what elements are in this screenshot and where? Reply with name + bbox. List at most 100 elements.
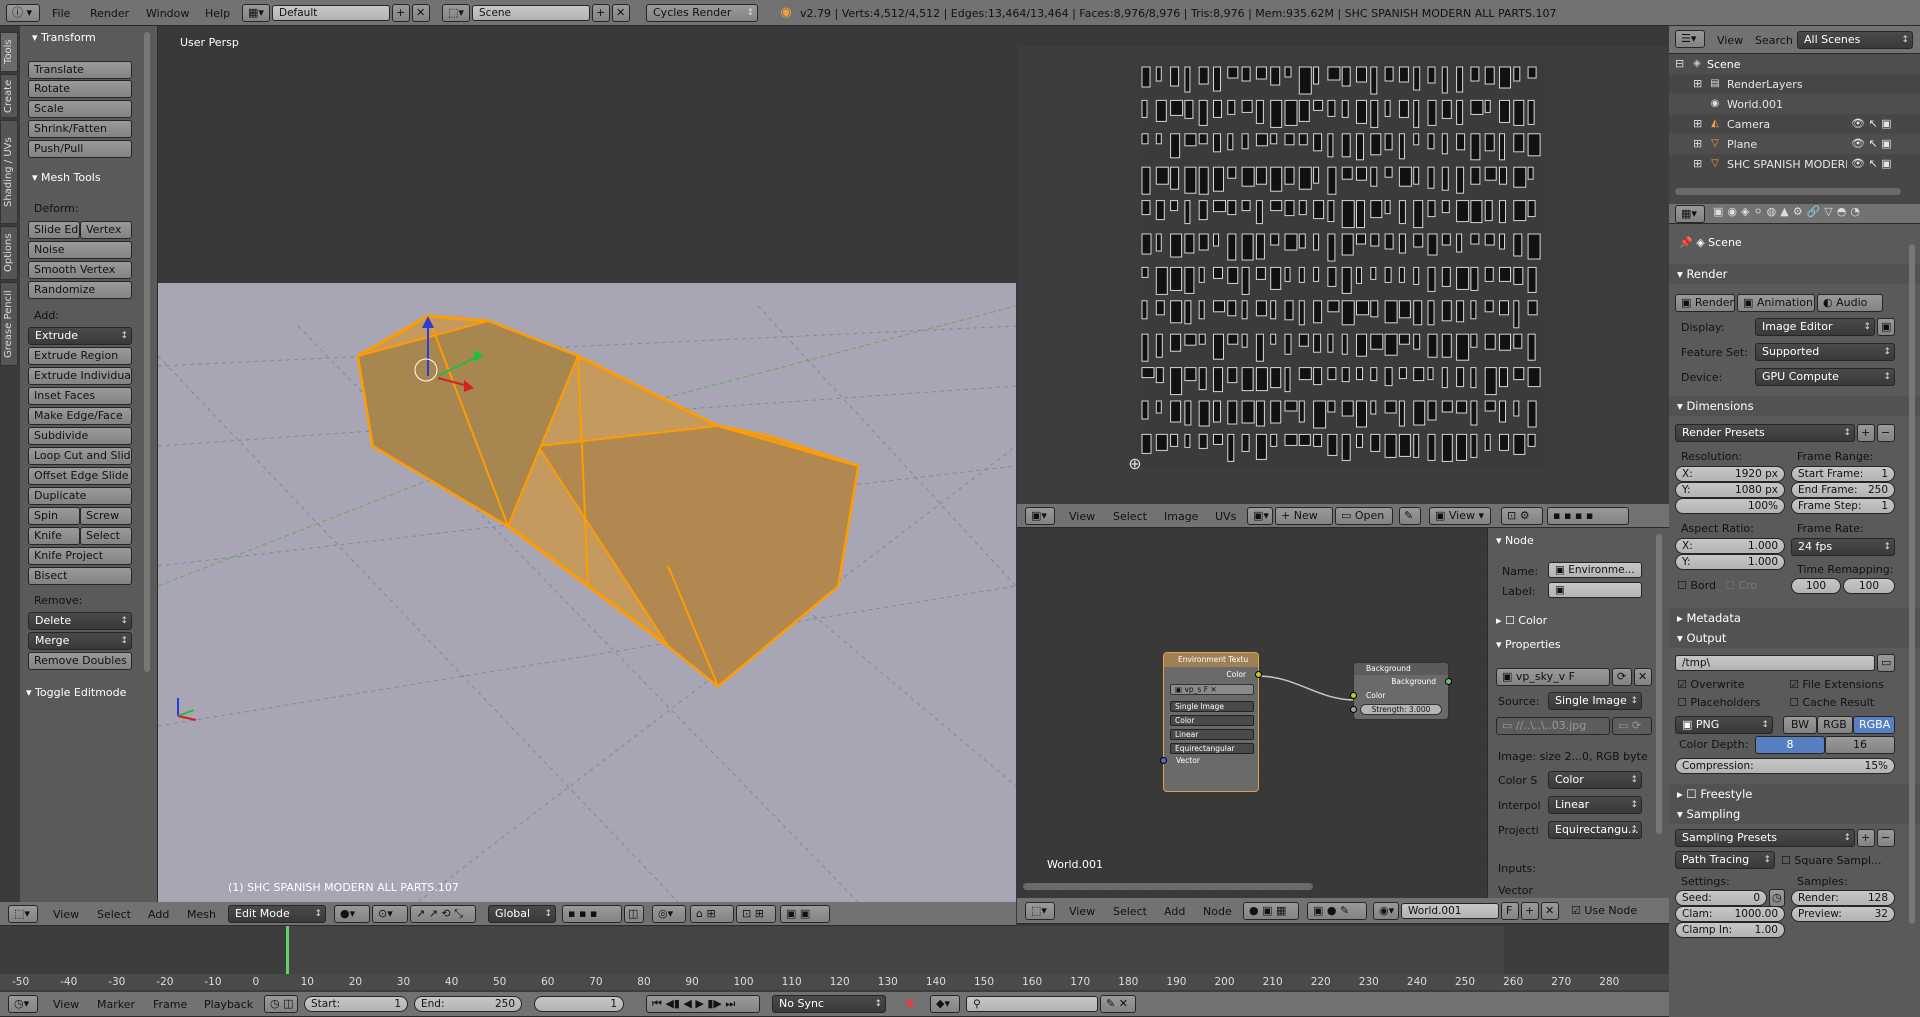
editor-type-3d[interactable]: ⬚▾ [8,905,38,923]
delete-dropdown[interactable]: Delete [28,612,132,630]
tab-options[interactable]: Options [0,226,18,280]
resolution-x-field[interactable]: X: 1920 px [1675,466,1785,482]
translate-button[interactable]: Translate [28,61,132,79]
node-label-field[interactable]: ▣ [1548,582,1642,598]
extrude-region-button[interactable]: Extrude Region [28,347,132,365]
smooth-vertex-button[interactable]: Smooth Vertex [28,261,132,279]
sampling-presets-remove[interactable]: − [1877,829,1895,847]
env-node-opt-proj[interactable]: Equirectangular [1170,743,1254,754]
randomize-button[interactable]: Randomize [28,281,132,299]
file-format-dropdown[interactable]: ▣ PNG [1675,716,1773,734]
inset-faces-button[interactable]: Inset Faces [28,387,132,405]
freestyle-panel-header[interactable]: ▸ ☐ Freestyle [1669,784,1920,804]
menu-mesh-3d[interactable]: Mesh [187,908,216,921]
extrude-individual-button[interactable]: Extrude Individual [28,367,132,385]
playback-controls[interactable]: ⏮ ◀▮ ◀ ▶ ▮▶ ⏭ [646,995,760,1013]
open-image-button[interactable]: ▭ Open [1335,507,1393,525]
visibility-icons[interactable]: 👁 ↖ ▣ [1851,117,1892,130]
menu-image-image[interactable]: Image [1164,510,1198,523]
current-frame-marker[interactable] [286,926,289,978]
dimensions-panel-header[interactable]: ▾ Dimensions [1669,396,1920,416]
remap-new-field[interactable]: 100 [1843,578,1895,594]
shader-type-buttons[interactable]: ● ▣ ▦ [1243,902,1299,920]
scene-field[interactable]: Scene [472,5,590,21]
render-samples-field[interactable]: Render: 128 [1791,890,1895,906]
outliner-row-renderlayers[interactable]: ⊞ ▤ RenderLayers [1669,74,1920,94]
menu-add-3d[interactable]: Add [148,908,169,921]
menu-file[interactable]: File [52,7,70,20]
metadata-panel-header[interactable]: ▸ Metadata [1669,608,1920,628]
bisect-button[interactable]: Bisect [28,567,132,585]
start-frame-field-timeline[interactable]: Start: 1 [304,996,408,1012]
aspect-x-field[interactable]: X: 1.000 [1675,538,1785,554]
rotate-button[interactable]: Rotate [28,80,132,98]
bg-strength-socket[interactable] [1350,706,1357,713]
toggle-editmode-header[interactable]: ▾ Toggle Editmode [26,686,126,699]
menu-frame-timeline[interactable]: Frame [153,998,187,1011]
proportional-edit-dropdown[interactable]: ◎▾ [652,905,686,923]
menu-select-image[interactable]: Select [1113,510,1147,523]
render-button[interactable]: ▣ Render [1675,294,1735,312]
bg-color-socket[interactable] [1350,692,1357,699]
duplicate-button[interactable]: Duplicate [28,487,132,505]
env-node-opt-source[interactable]: Single Image [1170,701,1254,712]
integrator-dropdown[interactable]: Path Tracing [1675,851,1775,869]
color-depth-16[interactable]: 16 [1825,736,1895,754]
world-unlink-button[interactable]: ✕ [1541,902,1559,920]
node-image-field[interactable]: ▣ vp_sky_v F [1496,668,1610,686]
menu-select-node[interactable]: Select [1113,905,1147,918]
subdivide-button[interactable]: Subdivide [28,427,132,445]
clamp-indirect-field[interactable]: Clamp In: 1.00 [1675,922,1785,938]
image-browse-button[interactable]: ▣▾ [1247,507,1273,525]
display-channels[interactable]: ▪ ▪ ▪ ▪ [1547,507,1629,525]
resolution-percent-field[interactable]: 100% [1675,498,1785,514]
mesh-tools-header[interactable]: ▾ Mesh Tools [32,171,101,184]
record-icon[interactable]: ● [902,996,918,1012]
node-properties-header[interactable]: ▾ Properties [1496,638,1561,651]
layout-field[interactable]: Default [272,5,390,21]
tab-tools[interactable]: Tools [0,32,18,72]
scene-close-button[interactable]: ✕ [612,4,630,22]
insert-keyframe-button[interactable]: ✎ ✕ [1100,995,1136,1013]
view-mode-dropdown[interactable]: ▣ View ▾ [1429,507,1491,525]
menu-search-outliner[interactable]: Search [1755,34,1793,47]
bg-node-strength[interactable]: Strength: 3.000 [1360,704,1442,715]
resolution-y-field[interactable]: Y: 1080 px [1675,482,1785,498]
display-toggle[interactable]: ▣ [1877,318,1895,336]
noise-button[interactable]: Noise [28,241,132,259]
render-buttons[interactable]: ▣ ▣ [780,905,830,923]
cache-result-checkbox[interactable]: ☐ Cache Result [1789,696,1874,709]
remap-old-field[interactable]: 100 [1791,578,1841,594]
render-panel-header[interactable]: ▾ Render [1669,264,1920,284]
preview-range-toggle[interactable]: ◷ ◫ [264,995,298,1013]
node-h-scrollbar[interactable] [1023,883,1313,890]
info-editor-type[interactable]: ⓘ ▾ [6,4,40,22]
color-depth-8[interactable]: 8 [1755,736,1825,754]
viewport-3d[interactable]: User Persp (1) SHC SPANISH MODERN ALL PA… [158,26,1016,902]
snap-target[interactable]: ⊡ ⊞ [736,905,776,923]
env-output-socket[interactable] [1255,671,1262,678]
node-proj-dropdown[interactable]: Equirectangu... [1548,821,1642,839]
aspect-y-field[interactable]: Y: 1.000 [1675,554,1785,570]
end-frame-field-timeline[interactable]: End: 250 [414,996,522,1012]
menu-select-3d[interactable]: Select [97,908,131,921]
outliner-row-scene[interactable]: ⊟ ◈ Scene [1669,54,1920,74]
menu-node-node[interactable]: Node [1203,905,1232,918]
shading-dropdown[interactable]: ●▾ [334,905,370,923]
outliner-row-plane[interactable]: ⊞ ▽ Plane 👁 ↖ ▣ [1669,134,1920,154]
animation-button[interactable]: ▣ Animation [1737,294,1815,312]
select-mode-buttons[interactable]: ▪ ▪ ▪ [562,905,622,923]
start-frame-field[interactable]: Start Frame: 1 [1791,466,1895,482]
render-engine-dropdown[interactable]: Cycles Render [646,4,758,22]
pivot-image[interactable]: ⊡ ⚙ [1501,507,1543,525]
pin-button[interactable]: ✎ [1399,507,1421,525]
sampling-presets-add[interactable]: + [1857,829,1875,847]
color-bw-button[interactable]: BW [1783,716,1817,734]
layout-close-button[interactable]: ✕ [412,4,430,22]
offset-edge-slide-button[interactable]: Offset Edge Slide [28,467,132,485]
editor-type-properties[interactable]: ▦▾ [1675,205,1705,223]
mode-dropdown[interactable]: Edit Mode [228,905,326,923]
node-path-browse[interactable]: ▭ ⟳ [1612,717,1652,735]
square-samples-checkbox[interactable]: ☐ Square Sampl... [1781,854,1882,867]
outliner-row-sofa[interactable]: ⊞ ▽ SHC SPANISH MODERN 👁 ↖ ▣ [1669,154,1920,174]
